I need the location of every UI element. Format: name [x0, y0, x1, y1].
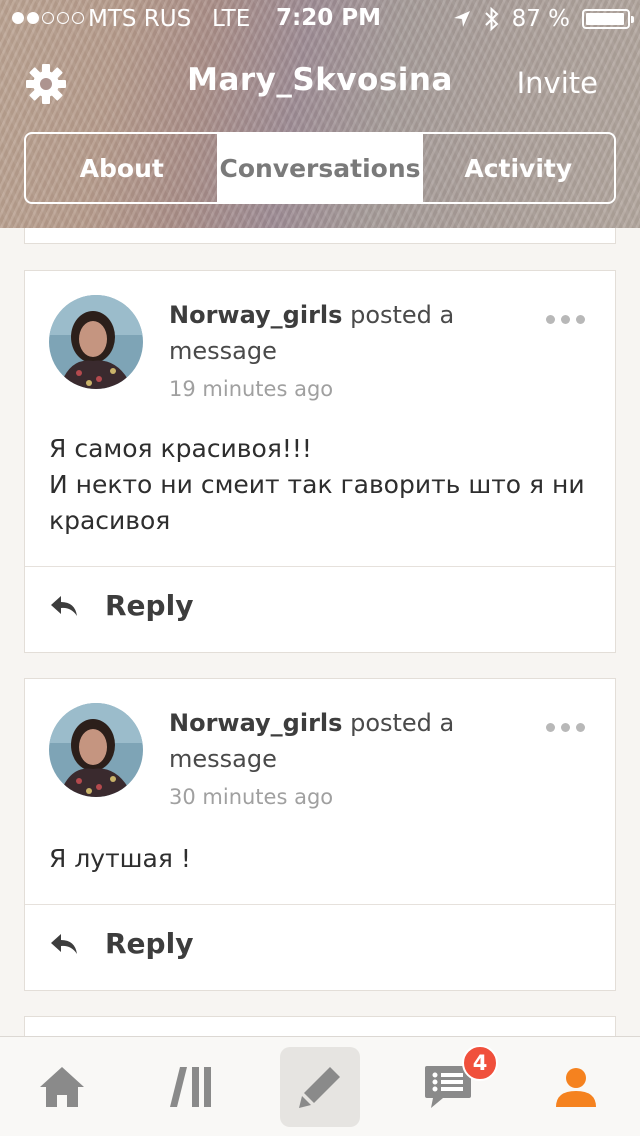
previous-post-card [24, 228, 616, 244]
tab-home[interactable] [22, 1047, 102, 1127]
reply-label: Reply [105, 927, 194, 960]
bluetooth-icon [484, 6, 499, 32]
tab-profile[interactable] [536, 1047, 616, 1127]
conversation-feed[interactable]: Norway_girls posted a message 19 minutes… [0, 228, 640, 1036]
bottom-tab-bar: 4 [0, 1036, 640, 1136]
post-timestamp: 30 minutes ago [169, 785, 334, 809]
post-body: Я лутшая ! [49, 841, 599, 877]
status-bar: MTS RUS LTE 7:20 PM 87 % [0, 0, 640, 40]
messages-badge: 4 [462, 1045, 498, 1081]
battery-icon [582, 9, 634, 29]
post-header: Norway_girls posted a message [169, 297, 469, 369]
compose-icon [299, 1067, 340, 1108]
post-card: Norway_girls posted a message 19 minutes… [24, 270, 616, 653]
post-card: Norway_girls posted a message 30 minutes… [24, 678, 616, 991]
reply-label: Reply [105, 589, 194, 622]
tab-conversations[interactable]: Conversations [217, 134, 421, 202]
location-arrow-icon [453, 11, 470, 27]
tab-library[interactable] [152, 1047, 232, 1127]
library-icon [170, 1067, 211, 1107]
post-body: Я самоя красивоя!!! И некто ни смеит так… [49, 431, 599, 539]
battery-percent: 87 % [511, 6, 570, 32]
reply-button[interactable]: Reply [49, 589, 193, 622]
status-time: 7:20 PM [276, 5, 381, 31]
signal-strength-icon [12, 12, 84, 24]
post-author[interactable]: Norway_girls [169, 301, 342, 329]
tab-about[interactable]: About [26, 134, 217, 202]
profile-icon [556, 1068, 596, 1107]
next-post-card [24, 1016, 616, 1036]
post-header: Norway_girls posted a message [169, 705, 469, 777]
carrier-name: MTS RUS [88, 6, 192, 32]
home-icon [40, 1067, 84, 1107]
post-line: И некто ни смеит так гаворить што я ни к… [49, 470, 585, 535]
post-line: Я лутшая ! [49, 844, 191, 873]
more-options-icon[interactable] [546, 723, 585, 732]
post-author[interactable]: Norway_girls [169, 709, 342, 737]
reply-button[interactable]: Reply [49, 927, 193, 960]
post-line: Я самоя красивоя!!! [49, 434, 312, 463]
reply-arrow-icon [51, 595, 77, 616]
divider [25, 904, 615, 905]
tab-activity[interactable]: Activity [420, 134, 614, 202]
avatar[interactable] [49, 703, 143, 797]
post-timestamp: 19 minutes ago [169, 377, 334, 401]
segmented-tabs: About Conversations Activity [24, 132, 616, 204]
network-type: LTE [212, 6, 251, 32]
tab-compose[interactable] [280, 1047, 360, 1127]
divider [25, 566, 615, 567]
more-options-icon[interactable] [546, 315, 585, 324]
avatar[interactable] [49, 295, 143, 389]
profile-header: MTS RUS LTE 7:20 PM 87 % Mary_Skvosina I… [0, 0, 640, 228]
invite-button[interactable]: Invite [517, 66, 598, 100]
reply-arrow-icon [51, 933, 77, 954]
